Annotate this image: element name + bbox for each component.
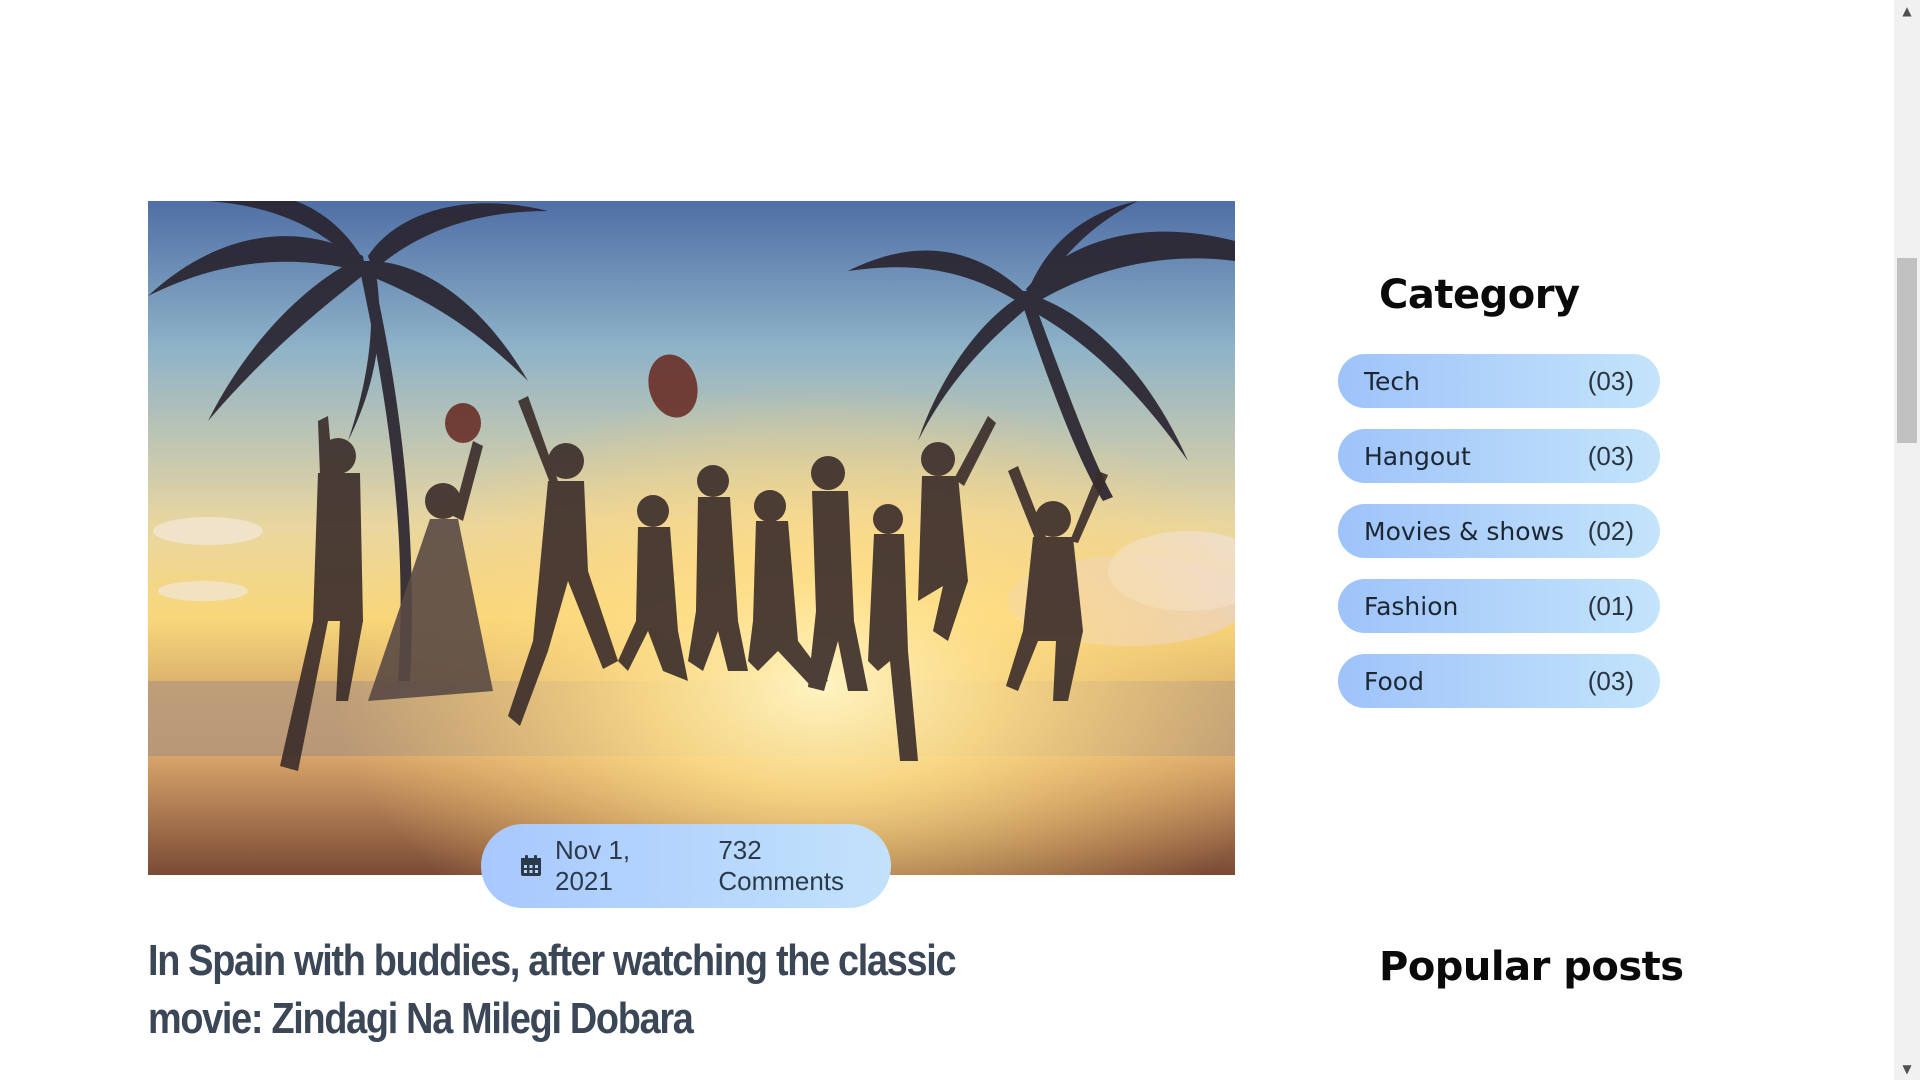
page-scrollbar[interactable]: ▲ ▼ xyxy=(1894,0,1920,1080)
category-label: Fashion xyxy=(1364,591,1459,621)
calendar-icon xyxy=(519,854,543,878)
post-comments-count[interactable]: 732 Comments xyxy=(718,835,891,897)
category-count: (03) xyxy=(1587,365,1634,396)
scrollbar-thumb[interactable] xyxy=(1897,258,1917,443)
category-label: Food xyxy=(1364,666,1424,696)
beach-sunset-illustration xyxy=(148,201,1235,875)
category-label: Tech xyxy=(1364,366,1420,396)
category-count: (01) xyxy=(1587,590,1634,621)
category-item-movies-shows[interactable]: Movies & shows (02) xyxy=(1338,504,1660,558)
category-list: Tech (03) Hangout (03) Movies & shows (0… xyxy=(1338,354,1660,729)
category-item-hangout[interactable]: Hangout (03) xyxy=(1338,429,1660,483)
category-count: (02) xyxy=(1587,515,1634,546)
scroll-down-arrow-icon[interactable]: ▼ xyxy=(1894,1058,1920,1080)
category-count: (03) xyxy=(1587,665,1634,696)
category-label: Hangout xyxy=(1364,441,1471,471)
popular-posts-title: Popular posts xyxy=(1379,944,1684,990)
post-meta-pill: Nov 1, 2021 732 Comments xyxy=(481,824,891,908)
category-item-tech[interactable]: Tech (03) xyxy=(1338,354,1660,408)
category-widget-title: Category xyxy=(1379,272,1580,318)
category-item-fashion[interactable]: Fashion (01) xyxy=(1338,579,1660,633)
category-label: Movies & shows xyxy=(1364,516,1565,546)
category-count: (03) xyxy=(1587,440,1634,471)
post-date: Nov 1, 2021 xyxy=(555,835,631,896)
page: Nov 1, 2021 732 Comments In Spain with b… xyxy=(0,0,1920,1080)
category-item-food[interactable]: Food (03) xyxy=(1338,654,1660,708)
scroll-up-arrow-icon[interactable]: ▲ xyxy=(1894,0,1920,22)
post-featured-image[interactable] xyxy=(148,201,1235,875)
post-title[interactable]: In Spain with buddies, after watching th… xyxy=(148,932,974,1048)
